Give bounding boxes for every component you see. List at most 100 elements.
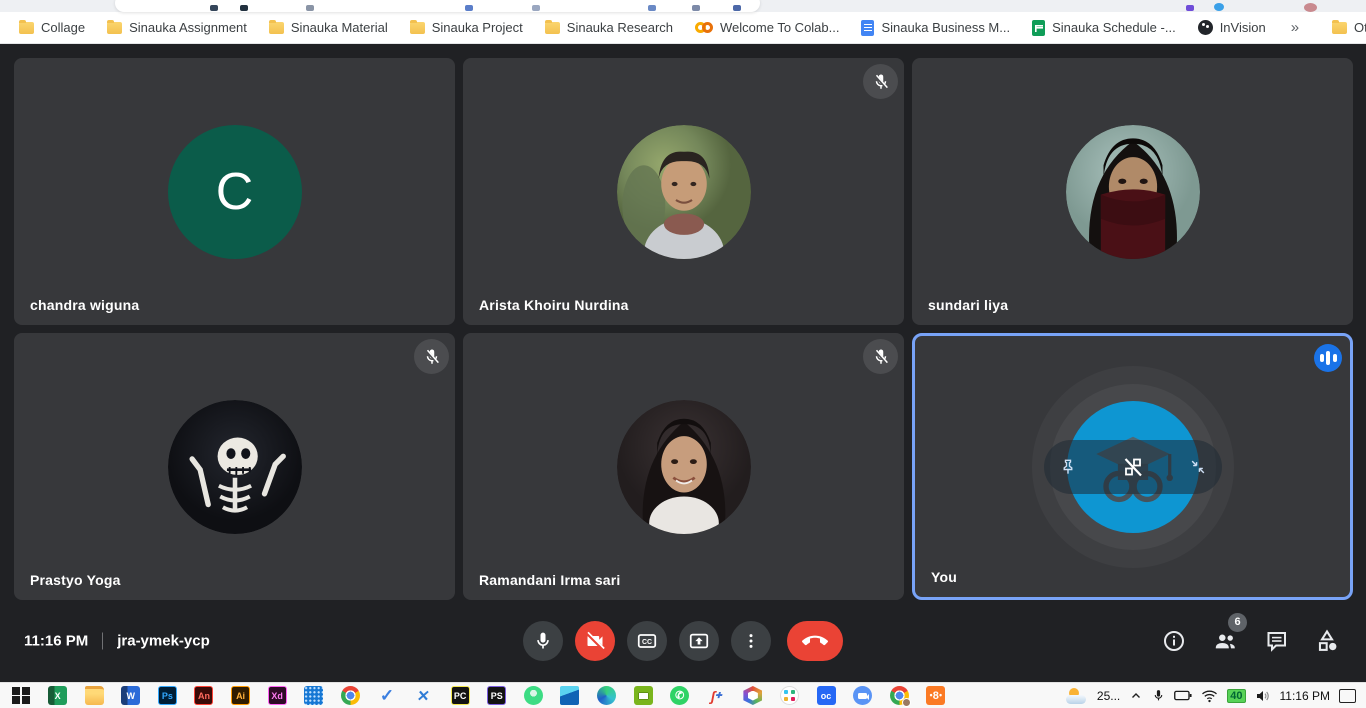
present-screen-button[interactable] <box>679 621 719 661</box>
red-logo-app-icon[interactable]: ʃ✚ <box>705 685 727 707</box>
participant-tile[interactable]: Arista Khoiru Nurdina <box>463 58 904 325</box>
photo-avatar <box>617 125 751 259</box>
participants-button[interactable]: 6 <box>1212 628 1238 654</box>
xampp-icon[interactable]: ꞏ8ꞏ <box>925 685 947 707</box>
participant-tile[interactable]: C chandra wiguna <box>14 58 455 325</box>
meeting-info: 11:16 PM jra-ymek-ycp <box>24 632 210 649</box>
tray-mic-icon[interactable] <box>1152 688 1165 703</box>
taskbar-apps: X W Ps An Ai Xd ✓ ✕ PC PS ✆ ʃ✚ oc ꞏ8ꞏ <box>4 685 947 707</box>
bookmark-sinauka-project[interactable]: Sinauka Project <box>401 16 532 39</box>
activities-button[interactable] <box>1314 628 1340 654</box>
camera-off-button[interactable] <box>575 621 615 661</box>
participants-count-badge: 6 <box>1228 613 1247 632</box>
minimize-icon[interactable] <box>1188 457 1208 477</box>
adobe-xd-icon[interactable]: Xd <box>266 685 288 707</box>
weather-icon[interactable] <box>1066 688 1088 704</box>
meeting-code: jra-ymek-ycp <box>117 632 210 649</box>
browser-toolbar-partial <box>0 0 1366 12</box>
battery-icon[interactable] <box>1174 689 1192 702</box>
battery-percent-badge[interactable]: 40 <box>1227 689 1245 703</box>
zoom-icon[interactable] <box>852 685 874 707</box>
mic-button[interactable] <box>523 621 563 661</box>
grid-off-icon[interactable] <box>1121 455 1145 479</box>
extension-icon-partial[interactable] <box>306 5 314 11</box>
word-icon[interactable]: W <box>120 685 142 707</box>
todo-check-icon[interactable]: ✓ <box>376 685 398 707</box>
phpstorm-icon[interactable]: PS <box>486 685 508 707</box>
participant-name: You <box>931 569 957 585</box>
windows-taskbar: X W Ps An Ai Xd ✓ ✕ PC PS ✆ ʃ✚ oc ꞏ8ꞏ <box>0 682 1366 708</box>
illustrator-icon[interactable]: Ai <box>230 685 252 707</box>
bookmark-label: Collage <box>41 20 85 35</box>
more-options-button[interactable] <box>731 621 771 661</box>
chat-button[interactable] <box>1263 628 1289 654</box>
meeting-panels: 6 <box>1161 628 1340 654</box>
extension-icon-partial[interactable] <box>692 5 700 11</box>
bookmark-colab[interactable]: Welcome To Colab... <box>686 16 848 39</box>
extension-icon-partial[interactable] <box>532 5 540 11</box>
whatsapp-icon[interactable]: ✆ <box>669 685 691 707</box>
bookmark-invision[interactable]: InVision <box>1189 16 1275 39</box>
bookmark-sinauka-business[interactable]: Sinauka Business M... <box>852 16 1019 40</box>
captions-button[interactable]: CC <box>627 621 667 661</box>
end-call-button[interactable] <box>787 621 843 661</box>
oc-app-icon[interactable]: oc <box>815 685 837 707</box>
bookmarks-bar: Collage Sinauka Assignment Sinauka Mater… <box>0 12 1366 44</box>
action-center-icon[interactable] <box>1339 689 1356 703</box>
camera-app-icon[interactable] <box>632 685 654 707</box>
bookmark-sinauka-schedule[interactable]: Sinauka Schedule -... <box>1023 16 1185 40</box>
participant-tile-you[interactable]: You <box>912 333 1353 600</box>
folder-icon <box>269 22 284 34</box>
extension-icon-partial[interactable] <box>1186 5 1194 11</box>
extension-icon-partial[interactable] <box>210 5 218 11</box>
tray-clock[interactable]: 11:16 PM <box>1280 689 1330 703</box>
bookmark-sinauka-material[interactable]: Sinauka Material <box>260 16 397 39</box>
photoshop-icon[interactable]: Ps <box>156 685 178 707</box>
tray-overflow-chevron-icon[interactable] <box>1129 689 1143 703</box>
bookmark-sinauka-assignment[interactable]: Sinauka Assignment <box>98 16 256 39</box>
android-studio-icon[interactable] <box>522 685 544 707</box>
chrome-icon[interactable] <box>339 685 361 707</box>
mic-muted-indicator <box>414 339 449 374</box>
visual-studio-icon[interactable]: ✕ <box>413 685 435 707</box>
meet-control-bar: 11:16 PM jra-ymek-ycp CC <box>0 600 1366 681</box>
participant-tile[interactable]: Ramandani Irma sari <box>463 333 904 600</box>
extension-icon-partial[interactable] <box>465 5 473 11</box>
calendar-icon[interactable] <box>303 685 325 707</box>
edge-icon[interactable] <box>596 685 618 707</box>
slack-icon[interactable] <box>778 685 800 707</box>
chrome-profile-icon[interactable] <box>888 685 910 707</box>
profile-avatar-partial[interactable] <box>1304 3 1317 12</box>
wifi-icon[interactable] <box>1201 689 1218 703</box>
pycharm-icon[interactable]: PC <box>449 685 471 707</box>
extension-icon-partial[interactable] <box>733 5 741 11</box>
excel-icon[interactable]: X <box>47 685 69 707</box>
hexagon-app-icon[interactable] <box>742 685 764 707</box>
file-explorer-icon[interactable] <box>83 685 105 707</box>
bookmark-label: Sinauka Research <box>567 20 673 35</box>
letter-avatar: C <box>168 125 302 259</box>
mic-muted-indicator <box>863 339 898 374</box>
speaker-icon[interactable] <box>1255 689 1271 703</box>
bookmark-collage[interactable]: Collage <box>10 16 94 39</box>
bookmark-sinauka-research[interactable]: Sinauka Research <box>536 16 682 39</box>
animate-icon[interactable]: An <box>193 685 215 707</box>
system-tray: 25... 40 11:16 PM <box>1066 688 1362 704</box>
google-sheets-icon <box>1032 20 1045 36</box>
participant-tile[interactable]: Prastyo Yoga <box>14 333 455 600</box>
pin-icon[interactable] <box>1058 457 1078 477</box>
participant-name: Arista Khoiru Nurdina <box>479 297 629 313</box>
bookmarks-overflow-chevron[interactable]: » <box>1283 19 1307 36</box>
colab-icon <box>695 22 713 33</box>
extension-icon-partial[interactable] <box>240 5 248 11</box>
folder-icon <box>1332 22 1347 34</box>
extension-icon-partial[interactable] <box>648 5 656 11</box>
extension-icon-partial[interactable] <box>1214 3 1224 11</box>
start-button[interactable] <box>10 685 32 707</box>
bookmark-label: InVision <box>1220 20 1266 35</box>
participant-tile[interactable]: sundari liya <box>912 58 1353 325</box>
other-bookmarks-button[interactable]: Other bookmarks <box>1323 16 1366 39</box>
mail-icon[interactable] <box>559 685 581 707</box>
weather-temp[interactable]: 25... <box>1097 689 1120 703</box>
meeting-details-button[interactable] <box>1161 628 1187 654</box>
